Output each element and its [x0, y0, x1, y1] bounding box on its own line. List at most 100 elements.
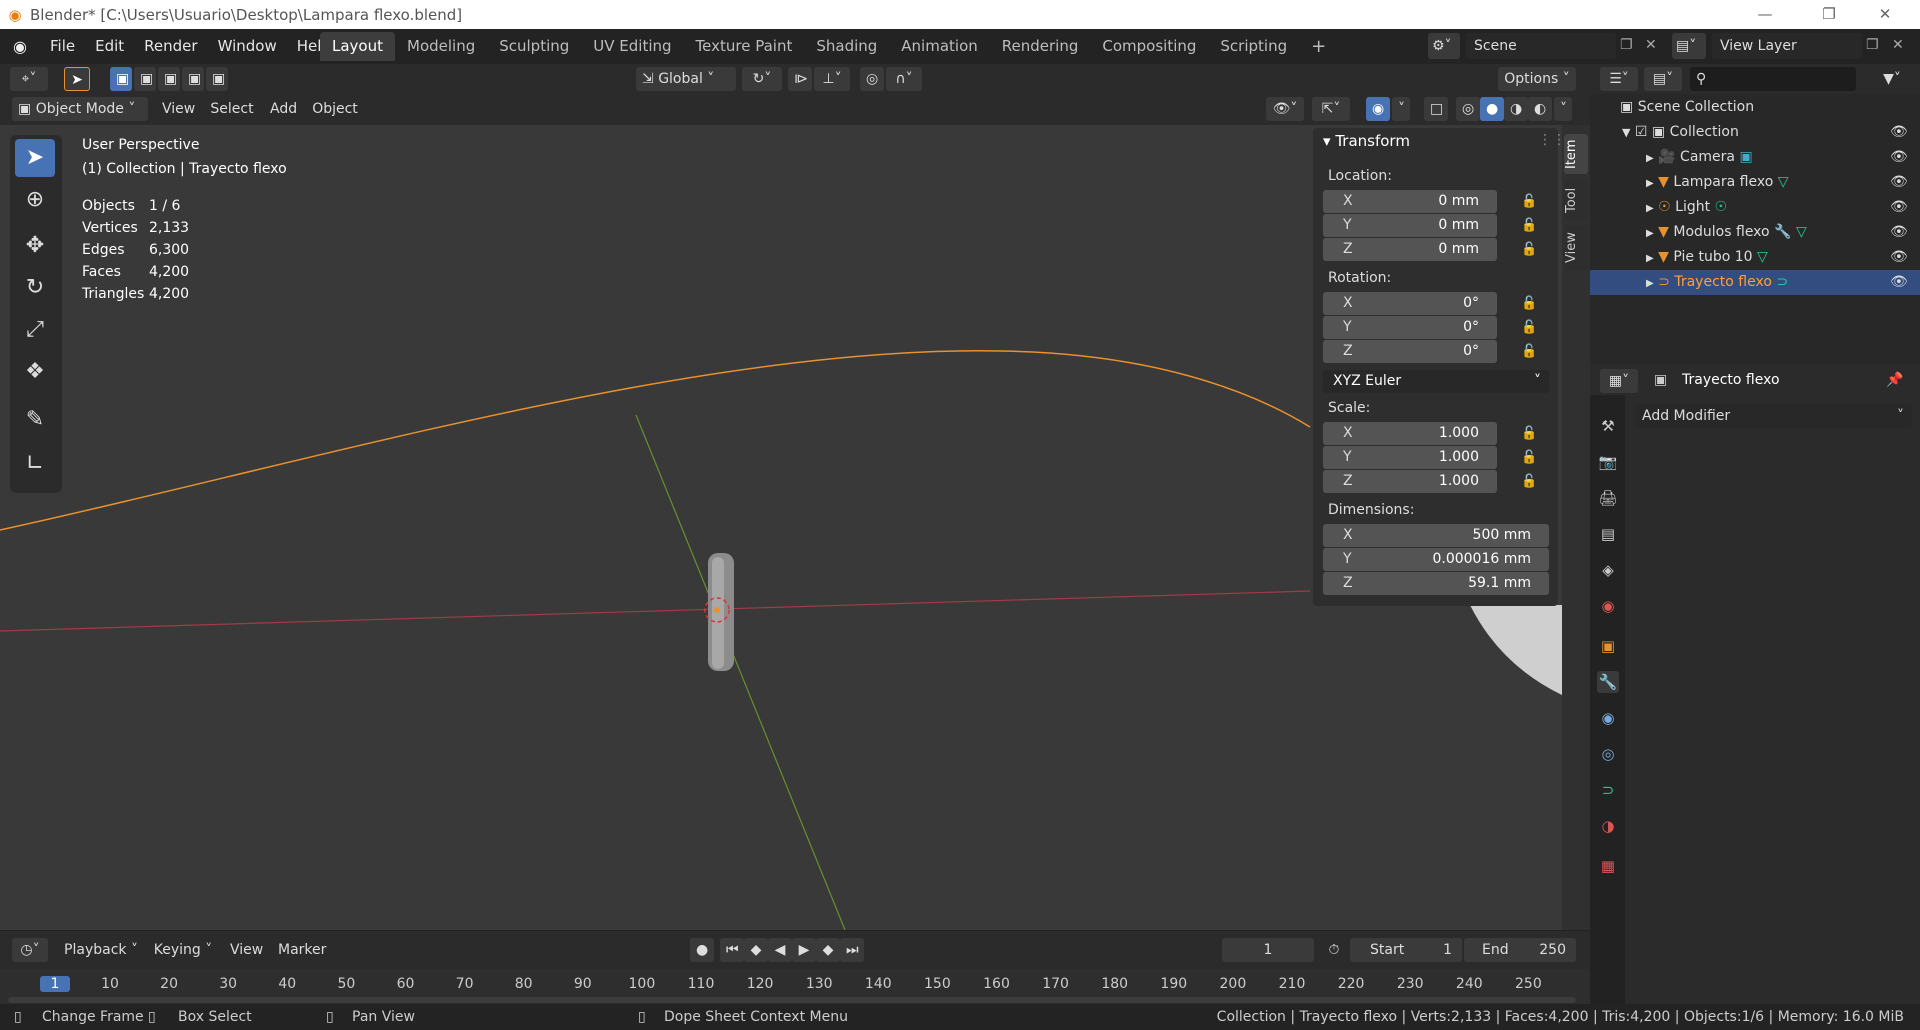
- rotation-x-field[interactable]: X 0°: [1323, 292, 1497, 315]
- tab-compositing[interactable]: Compositing: [1090, 32, 1208, 61]
- new-view-layer-icon[interactable]: ❐: [1866, 37, 1879, 53]
- outliner-item-modulos-flexo[interactable]: ▶ ▼ Modulos flexo 🔧 ▽ 👁: [1590, 220, 1920, 245]
- lock-icon[interactable]: 🔓: [1521, 450, 1537, 465]
- rotate-tool-icon[interactable]: ↻: [15, 269, 55, 307]
- select-subtract-icon[interactable]: ▣: [158, 67, 180, 91]
- outliner-item-pie-tubo-10[interactable]: ▶ ▼ Pie tubo 10 ▽ 👁: [1590, 245, 1920, 270]
- expand-arrow-icon[interactable]: ▶: [1646, 278, 1654, 289]
- expand-arrow-icon[interactable]: ▶: [1646, 153, 1654, 164]
- close-icon[interactable]: ✕: [1862, 0, 1908, 29]
- rotation-z-field[interactable]: Z 0°: [1323, 340, 1497, 363]
- end-frame-field[interactable]: End 250: [1464, 938, 1576, 962]
- eye-icon[interactable]: 👁: [1890, 145, 1908, 170]
- menu-select[interactable]: Select: [204, 97, 260, 121]
- tab-uv-editing[interactable]: UV Editing: [581, 32, 683, 61]
- location-z-field[interactable]: Z0 mm: [1323, 238, 1497, 261]
- rotation-mode-dropdown[interactable]: XYZ Euler ˅: [1323, 370, 1549, 393]
- eye-icon[interactable]: 👁: [1890, 270, 1908, 295]
- menu-object[interactable]: Object: [306, 97, 364, 121]
- outliner-item-trayecto-flexo[interactable]: ▶ ⊃ Trayecto flexo ⊃ 👁: [1590, 270, 1920, 295]
- move-tool-icon[interactable]: ✥: [15, 227, 55, 265]
- render-properties-icon[interactable]: 📷: [1597, 451, 1619, 473]
- tab-sculpting[interactable]: Sculpting: [487, 32, 581, 61]
- menu-edit[interactable]: Edit: [85, 29, 134, 64]
- editor-type-icon[interactable]: ⌖˅: [10, 67, 48, 91]
- view-layer-field[interactable]: View Layer: [1712, 33, 1862, 59]
- scene-selector-icon[interactable]: ⚙˅: [1428, 33, 1460, 59]
- dimensions-z-field[interactable]: Z 59.1 mm: [1323, 572, 1549, 595]
- transform-orientation-dropdown[interactable]: ⇲ Global ˅: [636, 67, 736, 91]
- eye-icon[interactable]: 👁: [1890, 120, 1908, 145]
- checkbox-icon[interactable]: ☑: [1635, 124, 1648, 140]
- timeline-view-menu[interactable]: View: [224, 938, 264, 962]
- menu-render[interactable]: Render: [134, 29, 207, 64]
- tab-animation[interactable]: Animation: [889, 32, 989, 61]
- next-keyframe-icon[interactable]: ◆: [816, 938, 840, 962]
- tool-properties-icon[interactable]: ⚒: [1597, 415, 1619, 437]
- current-frame-field[interactable]: 1: [1222, 938, 1314, 962]
- outliner-editor-type-icon[interactable]: ☰˅: [1600, 67, 1638, 91]
- material-shading-icon[interactable]: ◑: [1504, 97, 1528, 121]
- lock-icon[interactable]: 🔓: [1521, 474, 1537, 489]
- eye-icon[interactable]: 👁: [1890, 170, 1908, 195]
- remove-view-layer-icon[interactable]: ✕: [1892, 37, 1904, 53]
- lock-icon[interactable]: 🔓: [1521, 320, 1537, 335]
- particles-properties-icon[interactable]: ◉: [1597, 707, 1619, 729]
- restore-icon[interactable]: ❐: [1806, 0, 1852, 29]
- tab-view[interactable]: View: [1564, 226, 1588, 270]
- play-reverse-icon[interactable]: ◀: [768, 938, 792, 962]
- lock-icon[interactable]: 🔓: [1521, 426, 1537, 441]
- options-dropdown[interactable]: Options ˅: [1498, 67, 1576, 91]
- world-properties-icon[interactable]: ◉: [1597, 595, 1619, 617]
- menu-add[interactable]: Add: [264, 97, 302, 121]
- eye-icon[interactable]: 👁: [1890, 220, 1908, 245]
- object-properties-icon[interactable]: ▣: [1597, 635, 1619, 657]
- lock-icon[interactable]: 🔓: [1521, 296, 1537, 311]
- rotation-y-field[interactable]: Y 0°: [1323, 316, 1497, 339]
- transform-panel-header[interactable]: ▾ Transform: [1323, 132, 1410, 150]
- tab-modeling[interactable]: Modeling: [395, 32, 487, 61]
- select-tool-icon[interactable]: ➤: [64, 67, 90, 91]
- overlays-dropdown-icon[interactable]: ˅: [1392, 97, 1410, 121]
- scene-name-field[interactable]: Scene: [1466, 33, 1616, 59]
- dimensions-y-field[interactable]: Y 0.000016 mm: [1323, 548, 1549, 571]
- timeline-scrollbar[interactable]: [8, 997, 1576, 1003]
- tab-texture-paint[interactable]: Texture Paint: [684, 32, 805, 61]
- tab-tool[interactable]: Tool: [1564, 180, 1588, 220]
- blender-menu-icon[interactable]: ◉: [0, 37, 40, 56]
- select-new-icon[interactable]: ▣: [110, 67, 132, 91]
- filter-icon[interactable]: ▼˅: [1872, 67, 1912, 91]
- data-properties-icon[interactable]: ⊃: [1597, 779, 1619, 801]
- minimize-icon[interactable]: —: [1742, 0, 1788, 29]
- tab-shading[interactable]: Shading: [804, 32, 889, 61]
- transform-tool-icon[interactable]: ❖: [15, 353, 55, 391]
- record-icon[interactable]: ●: [690, 938, 714, 962]
- view-layer-properties-icon[interactable]: ▤: [1597, 523, 1619, 545]
- xray-toggle-icon[interactable]: □: [1424, 97, 1448, 121]
- stopwatch-icon[interactable]: ⏱: [1322, 938, 1346, 962]
- tab-item[interactable]: Item: [1564, 134, 1588, 174]
- select-invert-icon[interactable]: ▣: [182, 67, 204, 91]
- proportional-edit-icon[interactable]: ◎: [860, 67, 884, 91]
- eye-icon[interactable]: 👁: [1890, 245, 1908, 270]
- cursor-tool-icon[interactable]: ⊕: [15, 181, 55, 219]
- start-frame-field[interactable]: Start 1: [1350, 938, 1462, 962]
- jump-end-icon[interactable]: ⏭: [840, 938, 864, 962]
- tab-scripting[interactable]: Scripting: [1208, 32, 1299, 61]
- scale-y-field[interactable]: Y 1.000: [1323, 446, 1497, 469]
- remove-scene-icon[interactable]: ✕: [1645, 37, 1657, 53]
- expand-arrow-icon[interactable]: ▶: [1646, 228, 1654, 239]
- pin-icon[interactable]: 📌: [1886, 372, 1903, 388]
- solid-shading-icon[interactable]: ●: [1480, 97, 1504, 121]
- gizmo-toggle-icon[interactable]: ⇱˅: [1312, 97, 1350, 121]
- select-box-tool-icon[interactable]: ➤: [15, 139, 55, 177]
- properties-editor-type-icon[interactable]: ▦˅: [1600, 369, 1638, 393]
- tab-layout[interactable]: Layout: [320, 32, 395, 61]
- play-icon[interactable]: ▶: [792, 938, 816, 962]
- pivot-point-icon[interactable]: ↻˅: [742, 67, 782, 91]
- scene-properties-icon[interactable]: ◈: [1597, 559, 1619, 581]
- outliner-collection[interactable]: ▼ ☑ ▣ Collection 👁: [1590, 120, 1920, 145]
- overlays-toggle-icon[interactable]: ◉: [1366, 97, 1390, 121]
- menu-window[interactable]: Window: [208, 29, 287, 64]
- menu-file[interactable]: File: [40, 29, 85, 64]
